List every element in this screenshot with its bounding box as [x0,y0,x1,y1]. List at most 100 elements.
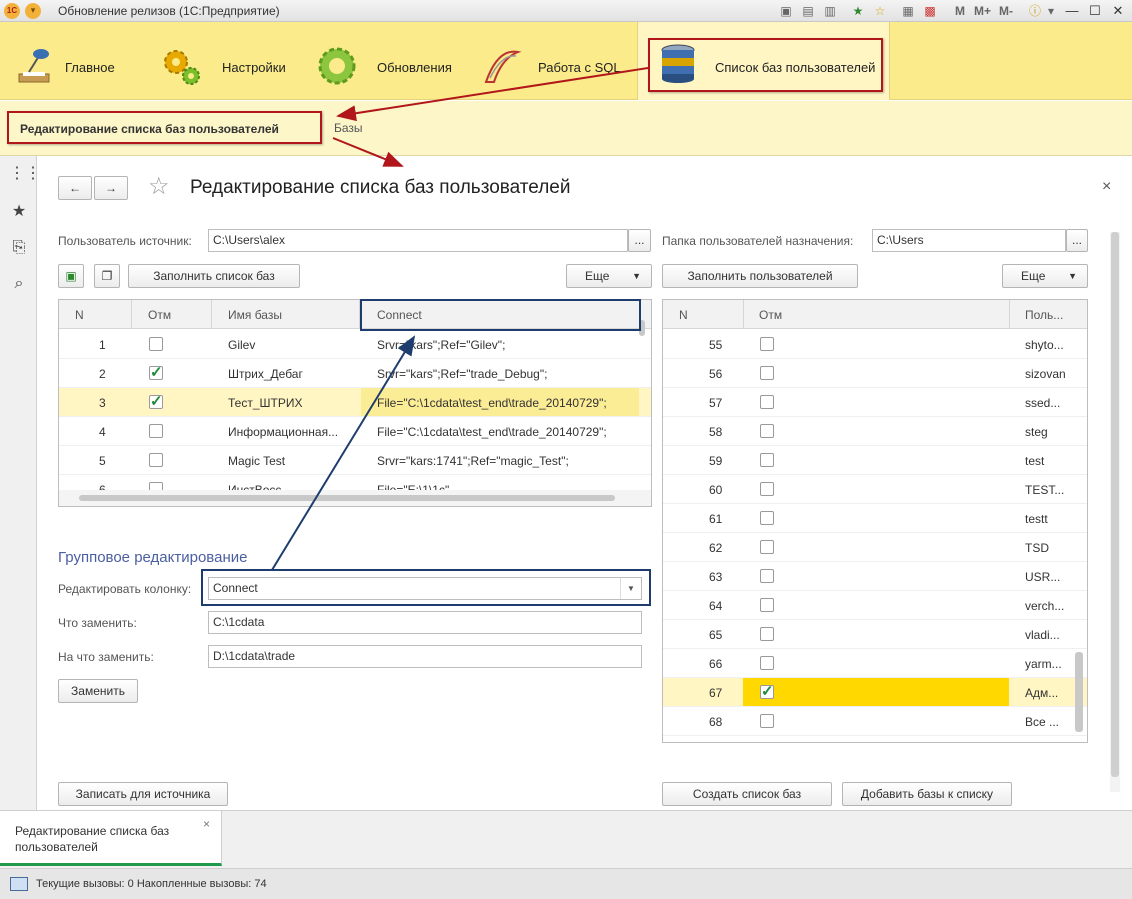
nav-item-bases[interactable]: Базы [334,121,363,135]
calculator-icon[interactable]: ▦ [900,3,916,19]
add-favorite-icon[interactable]: ★ [850,3,866,19]
table-row[interactable]: 62 TSD [663,533,1087,562]
memory-button[interactable]: M [955,4,965,18]
table-row[interactable]: 4 Информационная... File="C:\1cdata\test_e… [59,417,651,446]
save-source-button[interactable]: Записать для источника [58,782,228,806]
horizontal-scrollbar[interactable] [59,490,651,506]
row-checkbox[interactable] [760,540,774,554]
row-checkbox[interactable] [760,682,774,700]
find-field[interactable]: C:\1cdata [208,611,642,634]
row-checkbox[interactable] [149,392,163,410]
section-user-bases[interactable]: Список баз пользователей [637,22,890,100]
table-row[interactable]: 3 Тест_ШТРИХ File="C:\1cdata\test_end\trad… [59,388,651,417]
fill-bases-button[interactable]: Заполнить список баз [128,264,300,288]
source-select-button[interactable]: ... [628,229,651,252]
favorites-star-icon[interactable]: ★ [9,202,29,222]
open-window-tab[interactable]: Редактирование списка баз пользователей … [0,811,222,866]
table-row[interactable]: 2 Штрих_Дебаг Srvr="kars";Ref="trade_Debug… [59,359,651,388]
row-checkbox[interactable] [760,511,774,525]
table-row[interactable]: 63 USR... [663,562,1087,591]
row-checkbox[interactable] [760,366,774,380]
row-checkbox[interactable] [760,569,774,583]
vertical-scrollbar[interactable] [1075,652,1083,732]
favorites-icon[interactable]: ☆ [872,3,888,19]
close-form-button[interactable]: × [1102,178,1111,196]
table-row[interactable]: 55 shyto... [663,330,1087,359]
col-mark[interactable]: Отм [759,308,782,322]
row-checkbox[interactable] [149,424,163,438]
cell-connect[interactable]: File="C:\1cdata\test_end\trade_20140729"… [361,388,639,416]
cell-connect[interactable]: Srvr="kars:1741";Ref="magic_Test"; [361,446,639,474]
section-sql[interactable]: Работа с SQL [480,22,630,100]
close-window-button[interactable]: ✕ [1108,2,1128,20]
row-checkbox[interactable] [149,453,163,467]
more-left-button[interactable]: Еще ▼ [566,264,652,288]
forward-button[interactable]: → [94,176,128,200]
table-row[interactable]: 1 Gilev Srvr="kars";Ref="Gilev"; [59,330,651,359]
uncheck-all-icon[interactable]: ❐ [94,264,120,288]
table-row[interactable]: 60 TEST... [663,475,1087,504]
nav-item-edit-list[interactable]: Редактирование списка баз пользователей [7,111,322,144]
table-row[interactable]: 58 steg [663,417,1087,446]
more-right-button[interactable]: Еще ▼ [1002,264,1088,288]
dest-select-button[interactable]: ... [1066,229,1088,252]
search-icon[interactable]: ⌕ [9,274,29,294]
table-row[interactable]: 64 verch... [663,591,1087,620]
row-checkbox[interactable] [149,337,163,351]
replace-button[interactable]: Заменить [58,679,138,703]
restore-button[interactable]: ☐ [1085,2,1105,20]
replace-field[interactable]: D:\1cdata\trade [208,645,642,668]
table-row[interactable]: 5 Magic Test Srvr="kars:1741";Ref="magic_T… [59,446,651,475]
check-all-icon[interactable]: ▣ [58,264,84,288]
row-checkbox[interactable] [149,363,163,381]
memory-minus-button[interactable]: M- [999,4,1013,18]
memory-plus-button[interactable]: M+ [974,4,991,18]
favorite-star-icon[interactable]: ☆ [148,172,170,201]
row-checkbox[interactable] [760,598,774,612]
row-checkbox[interactable] [760,453,774,467]
section-main[interactable]: Главное [15,22,155,100]
calendar-icon[interactable]: ▩ [922,3,938,19]
close-tab-button[interactable]: × [203,817,210,831]
table-row[interactable]: 66 yarm... [663,649,1087,678]
save-icon[interactable]: ▣ [778,3,794,19]
row-checkbox[interactable] [760,627,774,641]
section-updates[interactable]: Обновления [315,22,465,100]
row-checkbox[interactable] [760,714,774,728]
row-checkbox[interactable] [760,482,774,496]
preview-icon[interactable]: ▥ [822,3,838,19]
table-row[interactable]: 65 vladi... [663,620,1087,649]
info-icon[interactable]: ⓘ [1027,3,1043,19]
print-icon[interactable]: ▤ [800,3,816,19]
source-user-field[interactable]: C:\Users\alex [208,229,628,252]
col-n[interactable]: N [75,308,84,322]
table-row[interactable]: 61 testt [663,504,1087,533]
row-checkbox[interactable] [760,337,774,351]
row-checkbox[interactable] [760,424,774,438]
create-list-button[interactable]: Создать список баз [662,782,832,806]
main-menu-button[interactable]: ▾ [25,3,41,19]
col-base-name[interactable]: Имя базы [228,308,282,322]
minimize-button[interactable]: — [1062,2,1082,20]
section-settings[interactable]: Настройки [160,22,300,100]
back-button[interactable]: ← [58,176,92,200]
form-scrollbar[interactable] [1110,232,1120,792]
apps-grid-icon[interactable]: ⋮⋮ [9,164,41,184]
col-mark[interactable]: Отм [148,308,171,322]
col-user[interactable]: Поль... [1025,308,1063,322]
col-n[interactable]: N [679,308,688,322]
users-table[interactable]: N Отм Поль... 55 shyto... 56 sizovan 57 ssed.… [662,299,1088,743]
table-row[interactable]: 57 ssed... [663,388,1087,417]
table-row[interactable]: 67 Адм... [663,678,1087,707]
add-bases-button[interactable]: Добавить базы к списку [842,782,1012,806]
cell-connect[interactable]: Srvr="kars";Ref="Gilev"; [361,330,639,358]
history-icon[interactable]: ⎘ [9,238,29,258]
row-checkbox[interactable] [760,656,774,670]
table-row[interactable]: 56 sizovan [663,359,1087,388]
table-row[interactable]: 59 test [663,446,1087,475]
row-checkbox[interactable] [760,395,774,409]
dest-folder-field[interactable]: C:\Users [872,229,1066,252]
table-row[interactable]: 68 Все ... [663,707,1087,736]
fill-users-button[interactable]: Заполнить пользователей [662,264,858,288]
info-dropdown-icon[interactable]: ▾ [1043,3,1059,19]
